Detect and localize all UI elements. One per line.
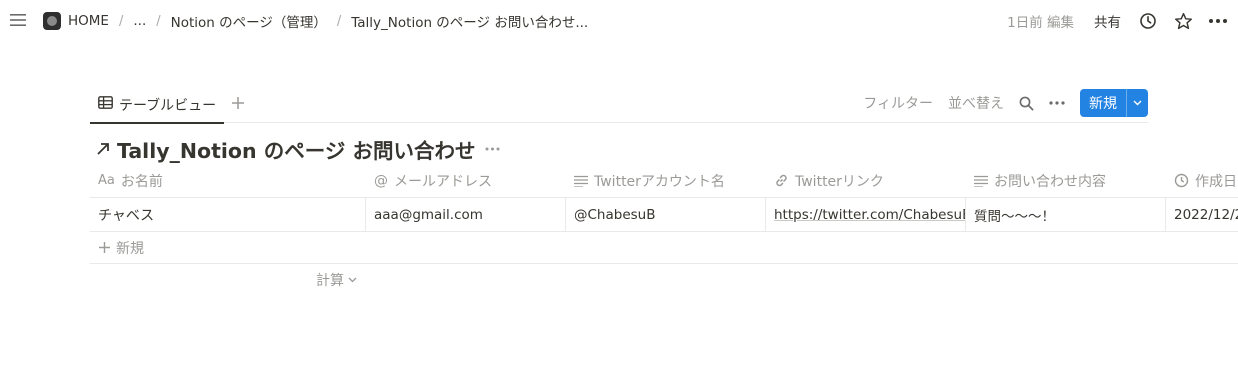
new-button-label: 新規: [1080, 89, 1127, 117]
column-header-name[interactable]: Aa お名前: [90, 164, 366, 197]
add-row-button[interactable]: 新規: [90, 232, 1238, 264]
column-header-inquiry[interactable]: お問い合わせ内容: [966, 164, 1166, 197]
view-actions: フィルター 並べ替え 新規: [848, 89, 1148, 117]
menu-icon[interactable]: [10, 12, 26, 28]
breadcrumb-ellipsis[interactable]: ...: [133, 13, 146, 29]
cell-created[interactable]: 2022/12/2: [1166, 198, 1238, 231]
cell-twitter-account[interactable]: @ChabesuB: [566, 198, 766, 231]
tab-table-view[interactable]: テーブルビュー: [90, 86, 225, 124]
column-header-created[interactable]: 作成日: [1166, 164, 1238, 197]
breadcrumb-home[interactable]: HOME: [68, 13, 109, 29]
breadcrumb-separator: /: [336, 13, 342, 29]
column-header-twitter-account[interactable]: Twitterアカウント名: [566, 164, 766, 197]
star-icon[interactable]: [1173, 11, 1193, 31]
top-actions: 1日前 編集 共有: [1007, 8, 1238, 34]
more-options-icon[interactable]: [1208, 11, 1228, 31]
clock-icon: [1174, 173, 1189, 188]
database-title-text[interactable]: Tally_Notion のページ お問い合わせ: [117, 134, 475, 164]
new-button[interactable]: 新規: [1080, 89, 1148, 117]
view-more-icon[interactable]: [1049, 101, 1065, 105]
plus-icon: [98, 241, 111, 254]
text-lines-icon: [574, 175, 588, 187]
chevron-down-icon: [348, 277, 357, 283]
twitter-link[interactable]: https://twitter.com/ChabesuB: [774, 207, 965, 223]
breadcrumb-separator: /: [118, 13, 124, 29]
top-bar: HOME / ... / Notion のページ（管理） / Tally_Not…: [0, 0, 1238, 42]
text-lines-icon: [974, 175, 988, 187]
table-row[interactable]: チャベス aaa@gmail.com @ChabesuB https://twi…: [90, 198, 1238, 232]
table-icon: [98, 96, 113, 113]
breadcrumb-current[interactable]: Tally_Notion のページ お問い合わせ...: [351, 11, 588, 31]
sort-button[interactable]: 並べ替え: [948, 93, 1004, 113]
search-icon[interactable]: [1019, 96, 1034, 111]
table-header: Aa お名前 @ メールアドレス Twitterアカウント名 Twitterリン…: [90, 164, 1238, 198]
at-sign-icon: @: [374, 172, 388, 189]
breadcrumb-separator: /: [156, 13, 161, 29]
cell-inquiry[interactable]: 質問〜〜〜！: [966, 198, 1166, 231]
title-more-icon[interactable]: [485, 147, 500, 151]
clock-icon[interactable]: [1138, 11, 1158, 31]
linked-arrow-icon: [95, 141, 111, 157]
breadcrumb-parent[interactable]: Notion のページ（管理）: [171, 11, 327, 31]
calculate-button[interactable]: 計算: [316, 270, 357, 290]
link-icon: [774, 173, 789, 188]
column-header-email[interactable]: @ メールアドレス: [366, 164, 566, 197]
tab-label: テーブルビュー: [119, 97, 217, 114]
home-logo-icon: [43, 12, 61, 30]
last-edited: 1日前 編集: [1007, 15, 1074, 31]
text-type-icon: Aa: [98, 173, 115, 188]
filter-button[interactable]: フィルター: [863, 93, 933, 113]
breadcrumb: HOME / ... / Notion のページ（管理） / Tally_Not…: [43, 11, 588, 31]
column-header-twitter-link[interactable]: Twitterリンク: [766, 164, 966, 197]
cell-twitter-link[interactable]: https://twitter.com/ChabesuB: [766, 198, 966, 231]
cell-name[interactable]: チャベス: [90, 198, 366, 231]
add-row-label: 新規: [116, 240, 144, 257]
share-button[interactable]: 共有: [1094, 11, 1121, 31]
calculate-label: 計算: [316, 273, 344, 289]
database-title: Tally_Notion のページ お問い合わせ: [95, 134, 500, 164]
chevron-down-icon[interactable]: [1127, 89, 1148, 117]
view-bar: テーブルビュー フィルター 並べ替え 新規: [90, 86, 1148, 124]
add-view-icon[interactable]: [230, 95, 246, 111]
cell-email[interactable]: aaa@gmail.com: [366, 198, 566, 231]
